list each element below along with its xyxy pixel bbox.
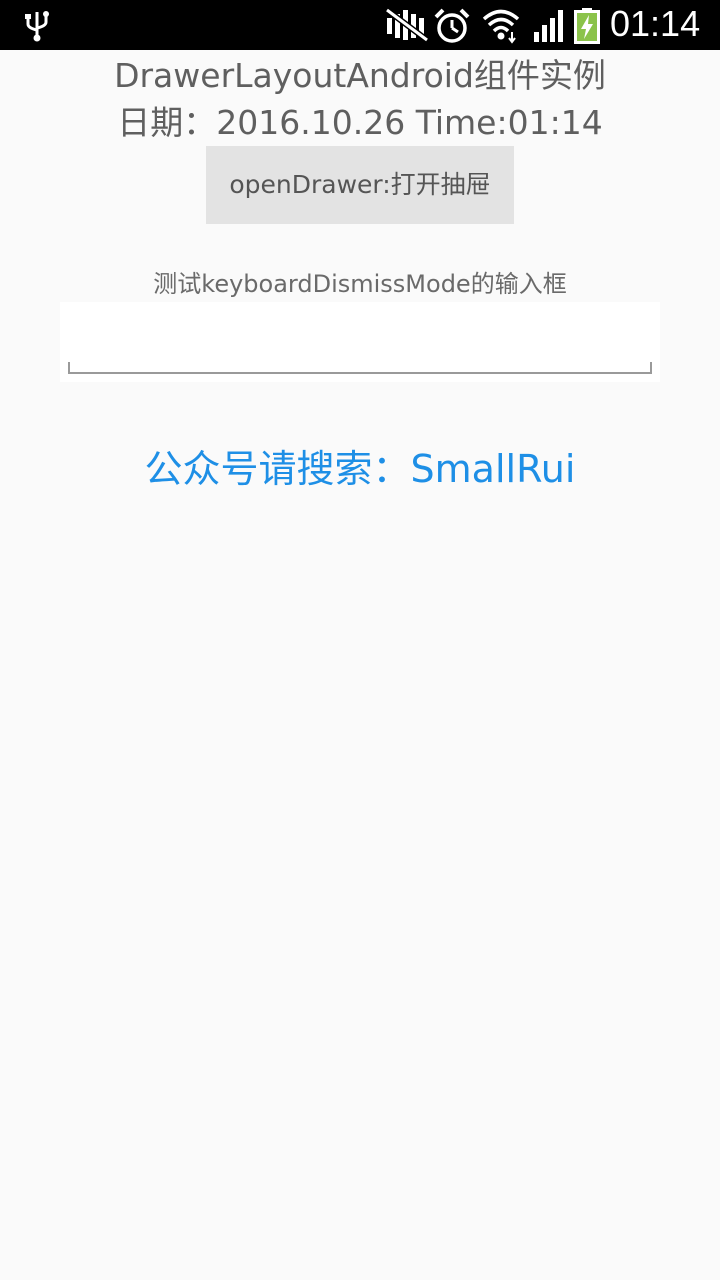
status-bar: 01:14 [0, 0, 720, 50]
wifi-icon [482, 9, 520, 44]
promo-text: 公众号请搜索：SmallRui [144, 447, 576, 491]
text-input-container[interactable] [60, 302, 660, 382]
usb-icon [25, 11, 49, 42]
date-time-text: 日期：2016.10.26 Time:01:14 [117, 103, 603, 142]
page-title: DrawerLayoutAndroid组件实例 [114, 56, 606, 95]
keyboard-dismiss-input[interactable] [72, 312, 646, 364]
mute-icon [385, 8, 429, 42]
input-underline [68, 362, 652, 374]
main-content: DrawerLayoutAndroid组件实例 日期：2016.10.26 Ti… [0, 50, 720, 1280]
input-label: 测试keyboardDismissMode的输入框 [153, 270, 567, 298]
battery-charging-icon [574, 8, 600, 44]
signal-icon [534, 10, 563, 42]
alarm-icon [434, 8, 470, 43]
open-drawer-button[interactable]: openDrawer:打开抽屉 [206, 146, 514, 224]
status-time: 01:14 [610, 3, 701, 44]
